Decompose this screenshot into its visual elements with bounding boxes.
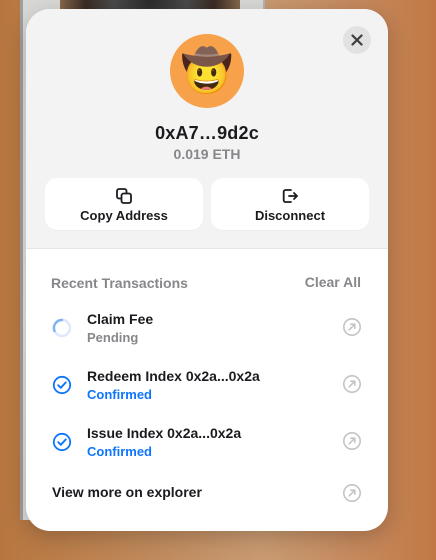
disconnect-label: Disconnect: [254, 208, 326, 223]
external-link-icon[interactable]: [342, 374, 362, 394]
close-button[interactable]: [343, 26, 371, 54]
check-circle-icon: [52, 375, 72, 395]
clear-all-button[interactable]: Clear All: [305, 274, 361, 290]
disconnect-icon: [282, 189, 298, 203]
cowboy-emoji-icon: 🤠: [180, 47, 234, 94]
recent-transactions-title: Recent Transactions: [51, 275, 188, 291]
copy-icon: [116, 188, 132, 204]
close-icon: [351, 34, 363, 46]
account-balance: 0.019 ETH: [173, 146, 241, 162]
transaction-item[interactable]: Redeem Index 0x2a...0x2a Confirmed: [26, 365, 388, 413]
view-explorer-label: View more on explorer: [52, 484, 202, 500]
external-link-icon: [343, 484, 361, 502]
account-address: 0xA7…9d2c: [155, 123, 259, 143]
disconnect-button[interactable]: Disconnect: [211, 178, 369, 230]
check-circle-icon: [52, 432, 72, 452]
transaction-title: Issue Index 0x2a...0x2a: [87, 425, 242, 441]
copy-address-button[interactable]: Copy Address: [45, 178, 203, 230]
transaction-item[interactable]: Issue Index 0x2a...0x2a Confirmed: [26, 422, 388, 470]
account-modal: 🤠 0xA7…9d2c 0.019 ETH Copy Address Disco…: [26, 9, 388, 531]
transaction-status: Confirmed: [87, 387, 152, 402]
transaction-title: Redeem Index 0x2a...0x2a: [87, 368, 260, 384]
external-link-icon[interactable]: [342, 431, 362, 451]
transaction-title: Claim Fee: [87, 311, 154, 327]
transaction-status: Confirmed: [87, 444, 152, 459]
transaction-status: Pending: [87, 330, 139, 345]
avatar: 🤠: [170, 34, 244, 108]
spinner-icon: [52, 318, 72, 338]
copy-address-label: Copy Address: [80, 208, 168, 223]
external-link-icon[interactable]: [342, 317, 362, 337]
transaction-item[interactable]: Claim Fee Pending: [26, 308, 388, 356]
view-explorer-link[interactable]: View more on explorer: [26, 481, 388, 505]
